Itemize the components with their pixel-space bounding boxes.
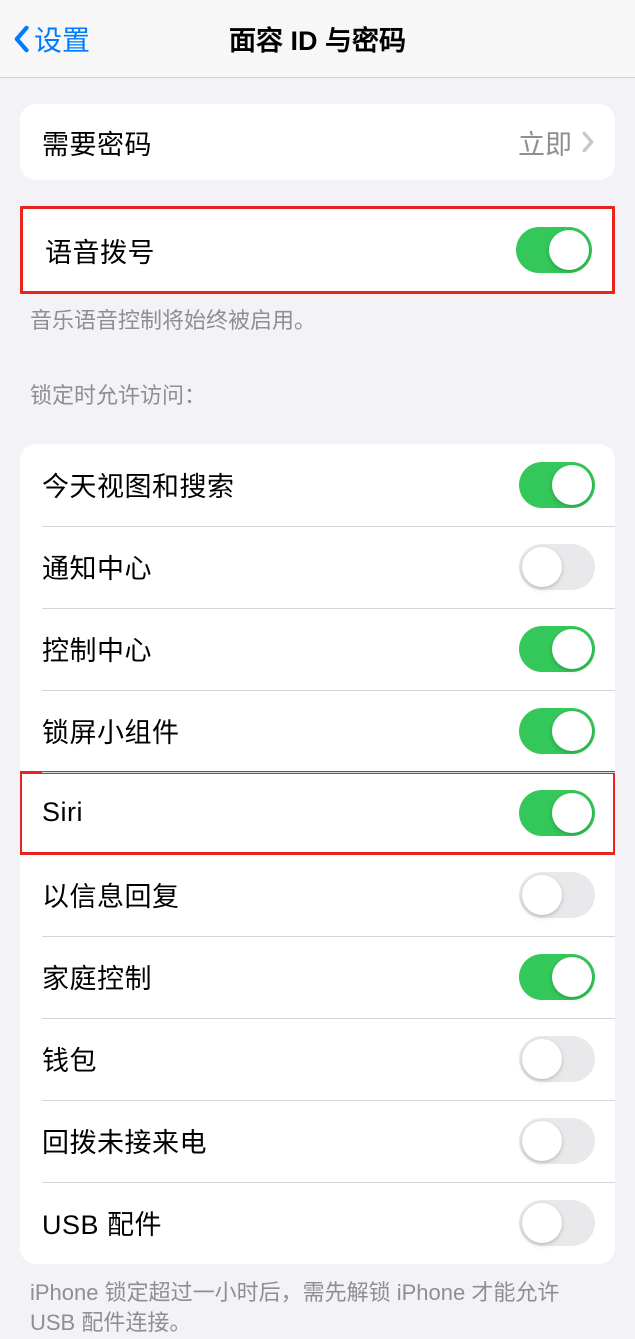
wallet-row[interactable]: 钱包 [20,1018,615,1100]
voice-dial-label: 语音拨号 [45,231,155,270]
reply-with-message-toggle[interactable] [519,872,595,918]
return-missed-calls-row[interactable]: 回拨未接来电 [20,1100,615,1182]
wallet-toggle[interactable] [519,1036,595,1082]
voice-dial-row[interactable]: 语音拨号 [23,209,612,291]
lock-access-group: 今天视图和搜索 通知中心 控制中心 锁屏小组件 Siri 以信息回复 家庭控制 [20,444,615,1264]
home-control-row[interactable]: 家庭控制 [20,936,615,1018]
siri-row[interactable]: Siri [20,772,615,854]
usb-accessories-row[interactable]: USB 配件 [20,1182,615,1264]
return-missed-calls-toggle[interactable] [519,1118,595,1164]
back-label: 设置 [34,19,90,59]
navigation-bar: 设置 面容 ID 与密码 [0,0,635,78]
row-label: 锁屏小组件 [42,711,180,750]
row-label: 今天视图和搜索 [42,465,235,504]
back-button[interactable]: 设置 [12,19,90,59]
voice-dial-group: 语音拨号 [20,206,615,294]
control-center-toggle[interactable] [519,626,595,672]
row-label: 钱包 [42,1039,97,1078]
row-label: Siri [42,797,83,828]
lock-screen-widgets-toggle[interactable] [519,708,595,754]
notification-center-toggle[interactable] [519,544,595,590]
row-label: USB 配件 [42,1203,162,1242]
reply-with-message-row[interactable]: 以信息回复 [20,854,615,936]
lock-screen-widgets-row[interactable]: 锁屏小组件 [20,690,615,772]
home-control-toggle[interactable] [519,954,595,1000]
require-passcode-row[interactable]: 需要密码 立即 [20,104,615,180]
control-center-row[interactable]: 控制中心 [20,608,615,690]
usb-caption: iPhone 锁定超过一小时后，需先解锁 iPhone 才能允许 USB 配件连… [0,1264,635,1339]
chevron-left-icon [12,25,30,53]
voice-dial-caption: 音乐语音控制将始终被启用。 [0,294,635,342]
row-label: 家庭控制 [42,957,152,996]
row-label: 以信息回复 [42,875,180,914]
today-view-row[interactable]: 今天视图和搜索 [20,444,615,526]
require-passcode-label: 需要密码 [42,123,152,162]
require-passcode-group: 需要密码 立即 [20,104,615,180]
row-label: 回拨未接来电 [42,1121,207,1160]
siri-toggle[interactable] [519,790,595,836]
page-title: 面容 ID 与密码 [229,19,406,58]
row-label: 通知中心 [42,547,152,586]
today-view-toggle[interactable] [519,462,595,508]
usb-accessories-toggle[interactable] [519,1200,595,1246]
lock-access-header: 锁定时允许访问： [0,342,635,418]
chevron-right-icon [582,131,595,153]
voice-dial-toggle[interactable] [516,227,592,273]
notification-center-row[interactable]: 通知中心 [20,526,615,608]
require-passcode-value: 立即 [518,123,572,162]
row-label: 控制中心 [42,629,152,668]
